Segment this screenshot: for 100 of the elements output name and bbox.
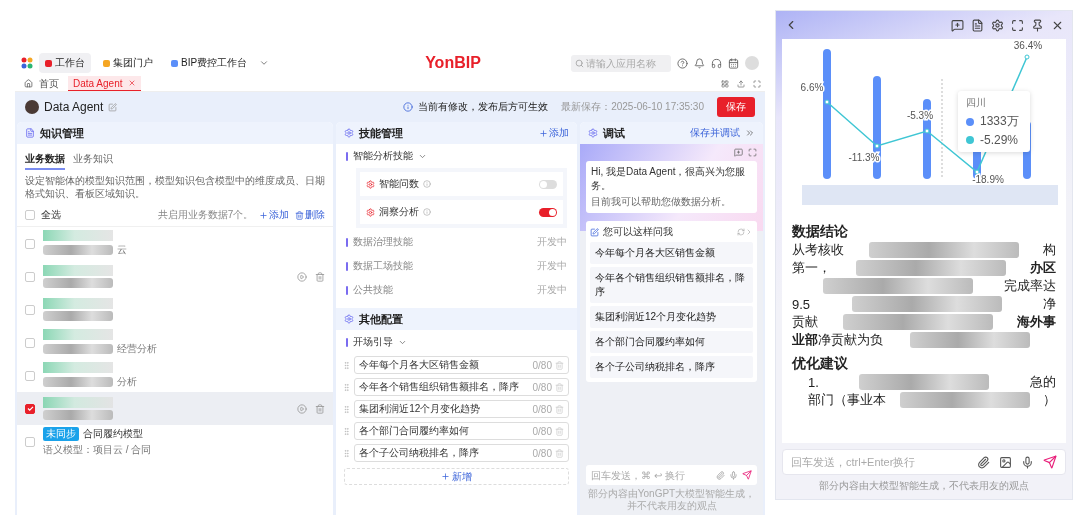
text-fragment: 办区 xyxy=(1030,259,1056,277)
chat-input[interactable]: 回车发送，ctrl+Enter换行 xyxy=(791,456,968,468)
drag-handle-icon[interactable] xyxy=(342,448,352,458)
suggestion-item[interactable]: 各个部门合同履约率如何 xyxy=(590,331,753,353)
fullscreen-icon[interactable] xyxy=(1011,18,1024,32)
tab[interactable]: 业务知识 xyxy=(73,152,113,170)
settings-icon[interactable] xyxy=(991,18,1004,32)
prompt-field[interactable]: 今年每个月各大区销售金额 0/80 xyxy=(354,356,569,374)
suggestion-item[interactable]: 今年每个月各大区销售金额 xyxy=(590,242,753,264)
data-point xyxy=(874,143,880,149)
play-icon[interactable] xyxy=(297,271,308,282)
greeting-subtext: 目前我可以帮助您做数据分析。 xyxy=(591,195,732,209)
checkbox[interactable] xyxy=(25,436,35,447)
toggle-switch[interactable] xyxy=(539,207,557,217)
prompt-field[interactable]: 各个子公司纳税排名，降序 0/80 xyxy=(354,444,569,462)
checkbox[interactable] xyxy=(25,304,35,315)
chat-composer[interactable]: 回车发送，ctrl+Enter换行 xyxy=(782,449,1066,475)
blurred-area xyxy=(43,377,113,387)
group-label: 智能分析技能 xyxy=(353,149,414,163)
drag-handle-icon[interactable] xyxy=(342,404,352,414)
trash-icon xyxy=(555,426,564,436)
drag-handle-icon[interactable] xyxy=(342,382,352,392)
trash-icon[interactable] xyxy=(315,403,326,414)
book-icon xyxy=(25,128,35,138)
calendar-icon[interactable] xyxy=(728,57,739,69)
collapse-icon[interactable] xyxy=(745,128,755,138)
agent-avatar xyxy=(25,100,39,114)
disclaimer: 部分内容由YonGPT大模型智能生成，并不代表用友的观点 xyxy=(586,488,757,513)
drag-handle-icon[interactable] xyxy=(342,360,352,370)
nav-tab[interactable]: BIP费控工作台 xyxy=(165,53,254,73)
trash-icon xyxy=(555,382,564,392)
checkbox[interactable] xyxy=(25,403,35,414)
text-fragment: ） xyxy=(1043,391,1056,409)
suggestion-item[interactable]: 各个子公司纳税排名，降序 xyxy=(590,356,753,378)
grid-icon[interactable] xyxy=(721,79,729,88)
text-fragment: 第一， xyxy=(792,259,831,277)
headset-icon[interactable] xyxy=(711,57,722,69)
chat-input[interactable]: 回车发送，⌘ ↩ 换行 xyxy=(591,469,712,481)
text-fragment: 海外事 xyxy=(1017,313,1056,331)
toggle-switch[interactable] xyxy=(539,179,557,189)
suggestion-item[interactable]: 今年各个销售组织销售额排名，降序 xyxy=(590,267,753,303)
document-icon[interactable] xyxy=(971,18,984,32)
change-notice: 当前有修改，发布后方可生效 xyxy=(418,100,549,114)
info-icon xyxy=(423,208,432,216)
pin-icon[interactable] xyxy=(1031,18,1044,32)
section-heading: 数据结论 xyxy=(792,223,849,241)
add-button[interactable]: 新增 xyxy=(344,468,569,485)
prompt-field[interactable]: 集团利润近12个月变化趋势 0/80 xyxy=(354,400,569,418)
upload-icon[interactable] xyxy=(737,79,745,88)
paperclip-icon[interactable] xyxy=(977,455,990,469)
checkbox[interactable] xyxy=(25,370,35,381)
suggest-title: 您可以这样问我 xyxy=(603,225,673,239)
nav-tab[interactable]: 工作台 xyxy=(39,53,91,73)
add-link[interactable]: 添加 xyxy=(539,126,569,140)
trash-icon[interactable] xyxy=(315,271,326,282)
group-label: 数据治理技能 xyxy=(353,235,414,249)
checkbox[interactable] xyxy=(25,238,35,249)
notification-icon[interactable] xyxy=(694,57,705,69)
new-chat-icon[interactable] xyxy=(951,18,964,32)
status-label: 开发中 xyxy=(537,259,567,273)
tab[interactable]: 业务数据 xyxy=(25,152,65,170)
chevron-down-icon[interactable] xyxy=(259,58,270,68)
prompt-field[interactable]: 各个部门合同履约率如何 0/80 xyxy=(354,422,569,440)
send-icon[interactable] xyxy=(1043,455,1057,469)
plus-icon xyxy=(539,128,548,138)
text-fragment: 部门（事业本 xyxy=(808,391,886,409)
nav-tab[interactable]: 集团门户 xyxy=(97,53,159,73)
checkbox[interactable] xyxy=(25,210,35,220)
plus-icon xyxy=(259,210,269,220)
prompt-field[interactable]: 今年各个销售组织销售额排名，降序 0/80 xyxy=(354,378,569,396)
page-tab[interactable]: Data Agent xyxy=(68,76,142,91)
blurred-area xyxy=(43,265,113,276)
tab-icon xyxy=(45,59,52,67)
play-icon[interactable] xyxy=(297,403,308,414)
save-debug-link[interactable]: 保存并调试 xyxy=(690,126,740,140)
send-icon[interactable] xyxy=(742,470,752,480)
data-point xyxy=(1024,54,1030,60)
add-link[interactable]: 添加 xyxy=(259,208,290,222)
refresh-icon[interactable] xyxy=(737,228,745,236)
save-button[interactable]: 保存 xyxy=(717,97,755,117)
model-caption: 经营分析 xyxy=(117,342,157,356)
text-fragment: 急的 xyxy=(1030,373,1056,391)
checkbox[interactable] xyxy=(25,337,35,348)
drag-handle-icon[interactable] xyxy=(342,426,352,436)
image-icon[interactable] xyxy=(999,455,1012,469)
suggestion-item[interactable]: 集团利润近12个月变化趋势 xyxy=(590,306,753,328)
search-field[interactable]: 请输入应用名称 xyxy=(571,54,671,72)
delete-link[interactable]: 删除 xyxy=(295,208,326,222)
microphone-icon[interactable] xyxy=(1021,455,1034,469)
page-tab[interactable]: 首页 xyxy=(19,76,64,91)
user-avatar[interactable] xyxy=(745,56,759,70)
help-icon[interactable] xyxy=(677,57,688,69)
list-row[interactable] xyxy=(17,392,334,425)
edit-icon[interactable] xyxy=(108,102,118,112)
blurred-area xyxy=(43,311,113,321)
chat-composer[interactable]: 回车发送，⌘ ↩ 换行 xyxy=(586,465,757,485)
checkbox[interactable] xyxy=(25,271,35,282)
data-point xyxy=(824,99,830,105)
paperclip-icon[interactable] xyxy=(716,470,725,480)
chevron-right-icon[interactable] xyxy=(745,228,753,236)
